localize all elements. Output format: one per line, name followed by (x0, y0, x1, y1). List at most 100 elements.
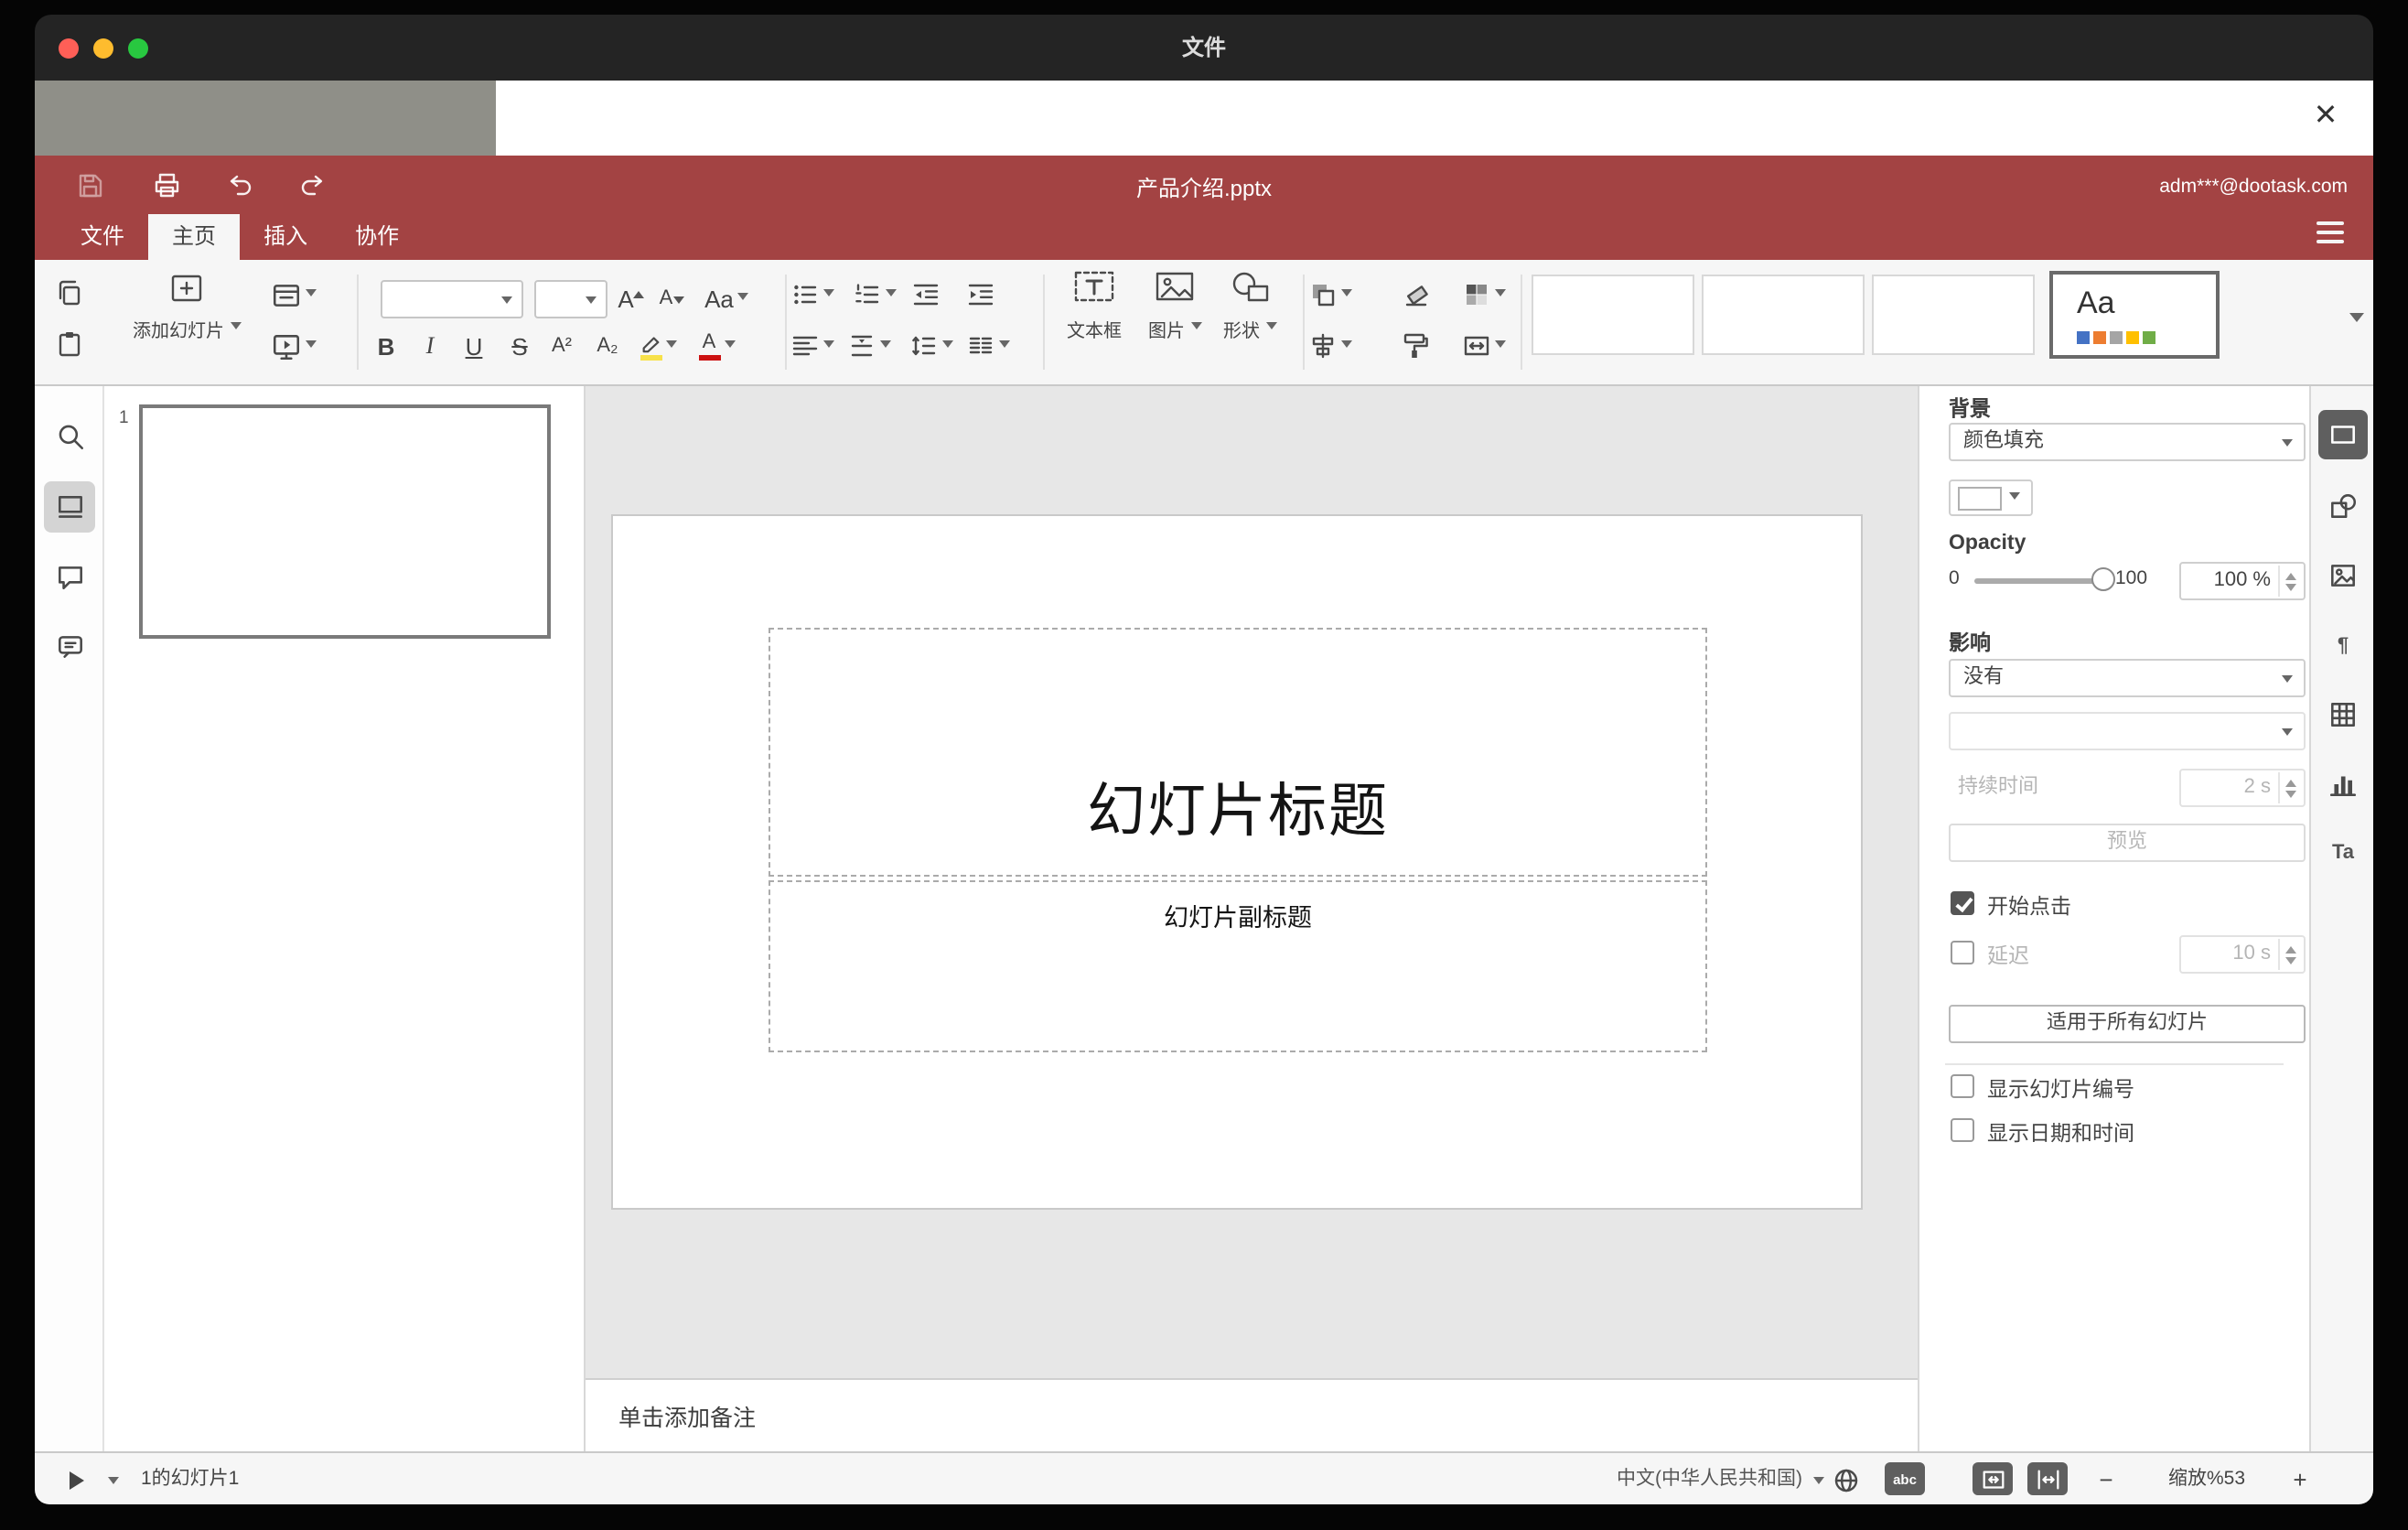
fit-to-slide-button[interactable] (1973, 1462, 2013, 1495)
add-slide-button[interactable]: 添加幻灯片 (126, 271, 247, 342)
show-date-time-label[interactable]: 显示日期和时间 (1987, 1118, 2134, 1148)
tab-file[interactable]: 文件 (57, 214, 148, 260)
tab-collaboration[interactable]: 协作 (331, 214, 423, 260)
spinner-arrows[interactable] (2278, 772, 2302, 803)
sidebar-feedback-button[interactable] (44, 620, 95, 672)
chevron-down-icon (305, 339, 316, 352)
theme-thumbnail-selected[interactable]: Aa (2049, 271, 2220, 359)
spinner-arrows[interactable] (2278, 566, 2302, 597)
opacity-slider-knob[interactable] (2091, 567, 2115, 591)
italic-button[interactable]: I (414, 329, 446, 362)
columns-button[interactable] (964, 328, 1010, 364)
start-slideshow-status-button[interactable] (55, 1462, 102, 1497)
change-case-button[interactable]: Aa (697, 280, 756, 317)
sidebar-comments-button[interactable] (44, 551, 95, 602)
paragraph-settings-tab[interactable]: ¶ (2318, 620, 2368, 670)
underline-button[interactable]: U (457, 329, 490, 362)
subtitle-placeholder[interactable]: 幻灯片副标题 (769, 880, 1707, 1052)
paste-button[interactable] (53, 328, 86, 361)
document-language-button[interactable]: 中文(中华人民共和国) (1535, 1453, 1802, 1506)
theme-thumbnail-3[interactable] (1872, 275, 2035, 355)
view-settings-button[interactable] (2317, 216, 2344, 249)
theme-preview-text: Aa (2077, 286, 2115, 320)
change-layout-button[interactable] (265, 275, 320, 315)
effect-select[interactable]: 没有 (1949, 659, 2306, 697)
highlight-color-button[interactable] (635, 326, 681, 366)
show-slide-number-checkbox[interactable] (1951, 1074, 1974, 1098)
preview-button[interactable]: 预览 (1949, 824, 2306, 862)
delay-label[interactable]: 延迟 (1987, 941, 2029, 970)
slide-settings-tab[interactable] (2318, 410, 2368, 459)
delay-checkbox[interactable] (1951, 941, 1974, 964)
opacity-input[interactable]: 100 % (2179, 562, 2306, 600)
start-on-click-label[interactable]: 开始点击 (1987, 891, 2071, 921)
tab-home[interactable]: 主页 (148, 214, 241, 260)
bullet-list-button[interactable] (789, 276, 834, 313)
show-date-time-checkbox[interactable] (1951, 1118, 1974, 1142)
vertical-align-button[interactable] (845, 328, 891, 364)
slide-thumbnail[interactable] (139, 404, 551, 639)
copy-button[interactable] (53, 276, 86, 309)
slide[interactable]: 幻灯片标题 幻灯片副标题 (611, 514, 1863, 1210)
zoom-out-button[interactable]: − (2088, 1453, 2124, 1506)
editing-canvas[interactable]: 幻灯片标题 幻灯片副标题 (586, 386, 1918, 1378)
spell-check-button[interactable]: abc (1885, 1462, 1925, 1495)
fit-to-width-button[interactable] (2027, 1462, 2068, 1495)
fill-type-select[interactable]: 颜色填充 (1949, 423, 2306, 461)
set-language-button[interactable] (1830, 1464, 1861, 1495)
increase-font-size-button[interactable]: A (609, 280, 653, 317)
textart-settings-tab[interactable]: Ta (2318, 827, 2368, 877)
panel-divider (1945, 1063, 2284, 1065)
bold-button[interactable]: B (370, 329, 403, 362)
font-color-button[interactable]: A (693, 326, 739, 366)
opacity-slider-track[interactable] (1974, 578, 2102, 584)
font-name-select[interactable] (381, 280, 523, 318)
increase-indent-button[interactable] (964, 276, 997, 313)
decrease-font-size-button[interactable]: A (650, 280, 693, 317)
theme-thumbnail-2[interactable] (1702, 275, 1865, 355)
effect-label: 影响 (1949, 633, 1991, 655)
decrease-indent-button[interactable] (909, 276, 942, 313)
horizontal-align-button[interactable] (789, 328, 834, 364)
chart-settings-tab[interactable] (2318, 760, 2368, 809)
insert-textbox-button[interactable]: 文本框 (1052, 267, 1136, 342)
background-color-select[interactable] (1949, 479, 2033, 516)
theme-gallery-more-button[interactable] (2337, 300, 2377, 340)
apply-to-all-slides-button[interactable]: 适用于所有幻灯片 (1949, 1005, 2306, 1043)
slide-size-button[interactable] (1458, 326, 1510, 366)
subscript-button[interactable]: A₂ (587, 329, 628, 362)
sidebar-slides-button[interactable] (44, 481, 95, 533)
tab-insert[interactable]: 插入 (240, 214, 331, 260)
numbered-list-button[interactable] (851, 276, 897, 313)
duration-input[interactable]: 2 s (2179, 769, 2306, 807)
insert-shape-button[interactable]: 形状 (1208, 267, 1292, 342)
line-spacing-button[interactable] (908, 328, 953, 364)
notes-area[interactable]: 单击添加备注 (586, 1378, 1918, 1451)
start-on-click-checkbox[interactable] (1951, 891, 1974, 915)
effect-type-select[interactable] (1949, 712, 2306, 750)
zoom-in-button[interactable]: + (2282, 1453, 2318, 1506)
align-shape-button[interactable] (1305, 326, 1356, 366)
columns-icon (968, 337, 992, 354)
insert-image-button[interactable]: 图片 (1133, 267, 1217, 342)
arrange-shape-button[interactable] (1305, 275, 1356, 315)
background-label: 背景 (1949, 399, 1991, 421)
theme-thumbnail-1[interactable] (1532, 275, 1694, 355)
copy-style-button[interactable] (1396, 326, 1433, 366)
dialog-close-button[interactable]: ✕ (2304, 95, 2348, 139)
strikeout-button[interactable]: S (503, 329, 536, 362)
shape-settings-tab[interactable] (2318, 481, 2368, 531)
sidebar-search-button[interactable] (44, 410, 95, 461)
color-scheme-button[interactable] (1458, 275, 1510, 315)
show-slide-number-label[interactable]: 显示幻灯片编号 (1987, 1074, 2134, 1104)
chevron-down-icon[interactable] (108, 1477, 119, 1490)
start-slideshow-button[interactable] (265, 326, 320, 366)
clear-style-button[interactable] (1398, 275, 1435, 315)
superscript-button[interactable]: A² (542, 329, 582, 362)
image-settings-tab[interactable] (2318, 551, 2368, 600)
title-placeholder[interactable]: 幻灯片标题 (769, 628, 1707, 877)
delay-input[interactable]: 10 s (2179, 935, 2306, 974)
spinner-arrows[interactable] (2278, 939, 2302, 970)
font-size-select[interactable] (534, 280, 607, 318)
table-settings-tab[interactable] (2318, 690, 2368, 739)
